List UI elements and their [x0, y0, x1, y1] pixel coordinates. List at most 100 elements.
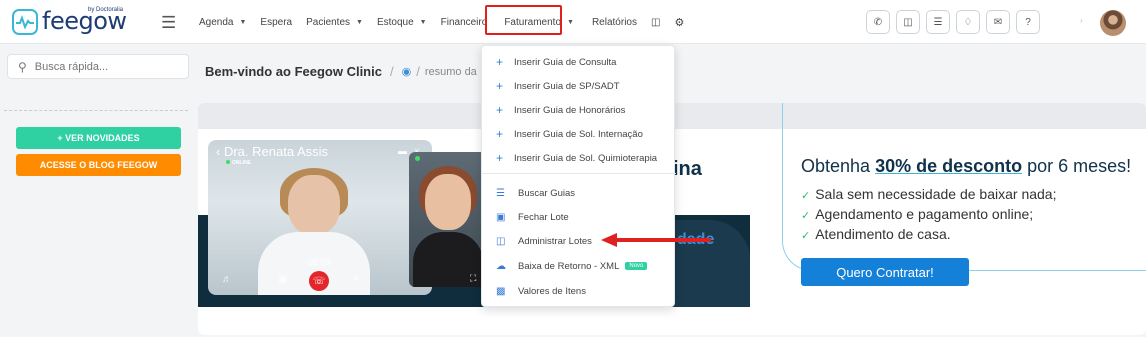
nav-label: Agenda	[199, 16, 234, 28]
nav-faturamento[interactable]: Faturamento ▼	[504, 17, 574, 28]
inbox-icon[interactable]: ◫	[896, 10, 920, 34]
nav-label: Pacientes	[306, 16, 351, 28]
new-badge: Novo	[625, 262, 648, 270]
online-status: ONLINE	[226, 160, 251, 166]
nav-label: Estoque	[376, 16, 414, 28]
red-arrow-annotation	[601, 233, 711, 247]
contract-button[interactable]: Quero Contratar!	[801, 258, 969, 286]
plus-icon: +	[496, 103, 504, 117]
nav-financeiro[interactable]: Financeiro	[441, 17, 488, 28]
pulse-logo-icon	[12, 9, 38, 35]
breadcrumb-separator: /	[389, 64, 394, 79]
sidebar: ⚲ + VER NOVIDADES ACESSE O BLOG FEEGOW	[0, 45, 192, 337]
news-button[interactable]: + VER NOVIDADES	[16, 127, 181, 149]
menu-item-label: Inserir Guia de SP/SADT	[514, 80, 620, 92]
dashboard-icon[interactable]: ◉	[402, 65, 412, 78]
menu-divider	[482, 173, 676, 174]
nav-label: Faturamento	[504, 16, 562, 28]
promo-title-bold: 30% de desconto	[875, 156, 1023, 176]
menu-valores-itens[interactable]: ▩ Valores de Itens	[482, 279, 676, 303]
online-dot	[415, 156, 420, 161]
nav-estoque[interactable]: Estoque ▼	[377, 17, 427, 28]
folder-open-icon: ◫	[496, 235, 506, 247]
faturamento-dropdown: + Inserir Guia de Consulta + Inserir Guia …	[481, 45, 676, 307]
menu-toggle-icon[interactable]: ☰	[161, 13, 176, 33]
promo-title-post: por 6 meses!	[1022, 156, 1132, 176]
menu-item-label: Baixa de Retorno - XML	[518, 260, 620, 272]
menu-item-label: Inserir Guia de Honorários	[514, 104, 626, 116]
plus-icon: +	[496, 79, 504, 93]
doctor-name: ‹ Dra. Renata Assis	[216, 144, 328, 159]
plus-icon: +	[496, 151, 504, 165]
fullscreen-icon: ⛶	[470, 273, 477, 283]
chat-icon[interactable]: ✉	[986, 10, 1010, 34]
settings-icon[interactable]: ⚙	[674, 16, 684, 29]
hang-up-icon: ☏	[309, 271, 329, 291]
feegow-logo[interactable]: feegow by Doctoralia	[12, 7, 127, 36]
nav-label: Relatórios	[591, 16, 637, 28]
plus-icon: +	[496, 127, 504, 141]
menu-item-label: Inserir Guia de Sol. Quimioterapia	[514, 152, 658, 164]
topbar-icon-group: ✆ ◫ ☰ ♢ ✉ ?	[866, 10, 1040, 34]
menu-insert-guia-honorarios[interactable]: + Inserir Guia de Honorários	[482, 98, 676, 122]
promo-title: Obtenha 30% de desconto por 6 meses!	[801, 156, 1131, 177]
cloud-download-icon: ☁	[496, 260, 506, 272]
menu-fechar-lote[interactable]: ▣ Fechar Lote	[482, 205, 676, 229]
main-nav: Agenda ▼ Espera Pacientes ▼ Estoque ▼ Finan…	[199, 0, 684, 44]
breadcrumb-sub: resumo da	[424, 65, 477, 78]
menu-baixa-retorno-xml[interactable]: ☁ Baixa de Retorno - XML Novo	[482, 254, 676, 278]
caret-down-icon: ▼	[239, 18, 247, 26]
menu-insert-guia-consulta[interactable]: + Inserir Guia de Consulta	[482, 50, 676, 74]
money-icon: ▩	[496, 285, 506, 297]
quick-search-input[interactable]	[34, 60, 175, 73]
user-avatar[interactable]	[1100, 10, 1126, 36]
video-call-patient: ⛶	[409, 152, 487, 287]
promo-benefit: Sala sem necessidade de baixar nada;	[801, 186, 1056, 202]
patient-image	[425, 174, 471, 230]
microphone-icon: ⚭	[352, 274, 361, 285]
banner-title-partial: ina	[673, 158, 702, 180]
speaker-icon: ♬	[222, 274, 232, 285]
call-timer: 02:03	[308, 257, 331, 267]
checklist-icon[interactable]: ☰	[926, 10, 950, 34]
help-icon[interactable]: ?	[1016, 10, 1040, 34]
database-icon[interactable]: ◫	[651, 17, 660, 28]
video-call-main: ‹ Dra. Renata Assis ONLINE ▬ × 02:03 ♬ ▣…	[208, 140, 432, 295]
menu-buscar-guias[interactable]: ☰ Buscar Guias	[482, 181, 676, 205]
caret-down-icon: ▼	[356, 18, 363, 26]
nav-espera[interactable]: Espera	[260, 17, 292, 28]
phone-icon[interactable]: ✆	[866, 10, 890, 34]
breadcrumb-separator: /	[416, 64, 420, 79]
menu-item-label: Valores de Itens	[518, 285, 586, 297]
menu-insert-guia-internacao[interactable]: + Inserir Guia de Sol. Internação	[482, 122, 676, 146]
list-icon: ☰	[496, 187, 505, 199]
menu-item-label: Buscar Guias	[518, 187, 576, 199]
nav-label: Financeiro	[440, 16, 488, 28]
promo-benefit: Atendimento de casa.	[801, 226, 1057, 242]
breadcrumb: Bem-vindo ao Feegow Clinic / ◉ / resumo …	[205, 64, 477, 79]
caret-down-icon: ▼	[419, 18, 427, 26]
menu-insert-guia-sadt[interactable]: + Inserir Guia de SP/SADT	[482, 74, 676, 98]
sidebar-divider	[4, 110, 188, 111]
menu-insert-guia-quimioterapia[interactable]: + Inserir Guia de Sol. Quimioterapia	[482, 146, 676, 170]
archive-icon: ▣	[496, 211, 506, 223]
window-controls-icon: ▬	[398, 146, 407, 156]
nav-relatorios[interactable]: Relatórios	[592, 17, 637, 28]
menu-item-label: Inserir Guia de Consulta	[514, 56, 617, 68]
bell-icon[interactable]: ♢	[956, 10, 980, 34]
search-icon: ⚲	[18, 59, 27, 74]
menu-item-label: Administrar Lotes	[518, 235, 592, 247]
brand-by: by Doctoralia	[88, 7, 124, 13]
blog-button[interactable]: ACESSE O BLOG FEEGOW	[16, 154, 181, 176]
doctor-name-text: Dra. Renata Assis	[223, 144, 328, 159]
quick-search: ⚲	[7, 54, 189, 79]
camera-icon: ▣	[278, 274, 288, 285]
nav-label: Espera	[260, 16, 293, 28]
caret-down-icon: ▼	[567, 18, 574, 26]
top-bar: feegow by Doctoralia ☰ Agenda ▼ Espera Pa…	[0, 0, 1146, 44]
page-title: Bem-vindo ao Feegow Clinic	[205, 64, 382, 79]
menu-item-label: Fechar Lote	[518, 211, 569, 223]
nav-pacientes[interactable]: Pacientes ▼	[306, 17, 363, 28]
promo-benefit: Agendamento e pagamento online;	[801, 206, 1057, 222]
nav-agenda[interactable]: Agenda ▼	[199, 17, 246, 28]
